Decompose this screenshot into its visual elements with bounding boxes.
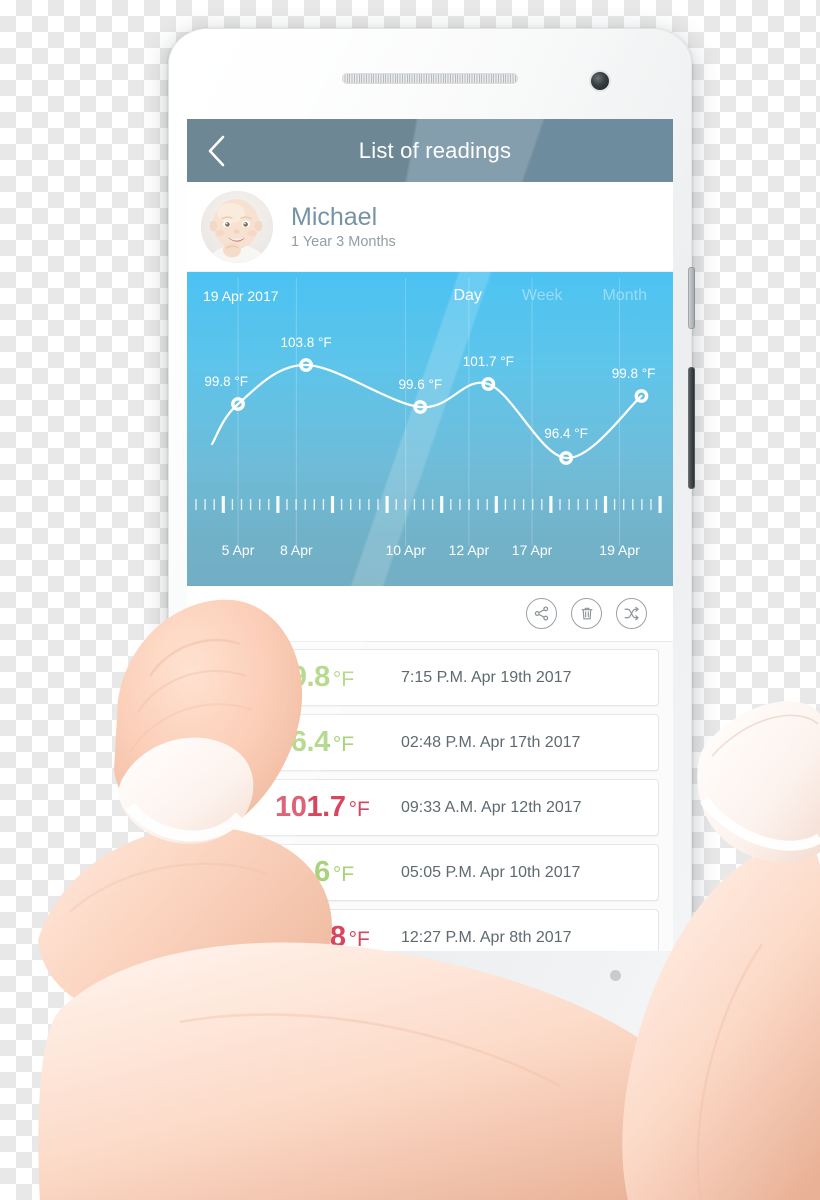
temperature-chart-panel: 19 Apr 2017 Day Week Month 99.8 °F 103.8 … xyxy=(187,272,673,586)
reading-unit: °F xyxy=(348,798,370,821)
profile-bar[interactable]: Michael 1 Year 3 Months xyxy=(187,182,673,272)
profile-name: Michael xyxy=(291,203,378,231)
reading-row[interactable]: 96.4 °F 02:48 P.M. Apr 17th 2017 xyxy=(201,714,659,771)
front-camera-icon xyxy=(591,72,609,90)
avatar[interactable] xyxy=(201,190,273,263)
tab-month[interactable]: Month xyxy=(603,287,647,305)
reading-temperature: 99.6 °F xyxy=(275,856,401,889)
reading-unit: °F xyxy=(332,863,355,886)
reading-unit: °F xyxy=(332,733,355,756)
reading-value: 103.8 xyxy=(275,921,346,951)
reading-value: 96.4 xyxy=(275,726,330,758)
axis-tick-label: 19 Apr xyxy=(599,542,640,558)
chart-point-label: 99.6 °F xyxy=(398,377,442,392)
baby-avatar-icon xyxy=(201,190,273,263)
tab-day[interactable]: Day xyxy=(453,287,481,305)
page-title: List of readings xyxy=(358,137,512,163)
check-circle-icon[interactable] xyxy=(220,794,247,821)
chart-date: 19 Apr 2017 xyxy=(203,288,279,304)
range-tabs: Day Week Month xyxy=(453,287,657,305)
bottom-speaker xyxy=(336,984,524,995)
chart-header: 19 Apr 2017 Day Week Month xyxy=(187,272,673,320)
reading-timestamp: 05:05 P.M. Apr 10th 2017 xyxy=(401,863,581,881)
reading-value: 101.7 xyxy=(275,791,346,823)
ruler-ticks xyxy=(195,496,662,513)
readings-list: 99.8 °F 7:15 P.M. Apr 19th 2017 96.4 °F 02:48… xyxy=(187,642,673,951)
chart-point-label: 99.8 °F xyxy=(204,374,248,389)
profile-age: 1 Year 3 Months xyxy=(291,234,396,250)
thumb-nail xyxy=(697,701,820,863)
reading-row[interactable]: 99.8 °F 7:15 P.M. Apr 19th 2017 xyxy=(201,649,659,706)
reading-temperature: 96.4 °F xyxy=(275,726,401,759)
back-button[interactable] xyxy=(187,119,247,182)
reading-temperature: 99.8 °F xyxy=(275,661,401,694)
chart-point-label: 103.8 °F xyxy=(280,335,331,350)
reading-temperature: 101.7 °F xyxy=(275,791,401,824)
check-circle-icon[interactable] xyxy=(220,664,247,691)
profile-text: Michael 1 Year 3 Months xyxy=(291,203,396,250)
compare-button[interactable] xyxy=(616,598,647,629)
delete-button[interactable] xyxy=(571,598,602,629)
chart-axis-labels: 5 Apr 8 Apr 10 Apr 12 Apr 17 Apr 19 Apr xyxy=(187,542,673,564)
reading-timestamp: 09:33 A.M. Apr 12th 2017 xyxy=(401,798,582,816)
reading-timestamp: 7:15 P.M. Apr 19th 2017 xyxy=(401,668,572,686)
reading-unit: °F xyxy=(332,668,355,691)
reading-value: 99.8 xyxy=(275,661,330,693)
axis-tick-label: 5 Apr xyxy=(221,542,255,558)
tab-week[interactable]: Week xyxy=(522,287,563,305)
chart-point-label: 101.7 °F xyxy=(463,354,514,369)
phone-device: List of readings Michael 1 Year 3 Months… xyxy=(168,28,695,1038)
chart-action-bar xyxy=(187,586,673,642)
check-circle-icon[interactable] xyxy=(220,924,247,951)
chart-ruler[interactable] xyxy=(187,496,673,530)
axis-tick-label: 12 Apr xyxy=(448,542,490,558)
shuffle-icon xyxy=(624,606,639,621)
check-circle-icon[interactable] xyxy=(220,729,247,756)
axis-tick-label: 10 Apr xyxy=(385,542,426,558)
share-button[interactable] xyxy=(526,598,557,629)
check-circle-icon[interactable] xyxy=(220,859,247,886)
axis-tick-label: 8 Apr xyxy=(279,542,313,558)
chart-point-label: 96.4 °F xyxy=(544,426,588,441)
reading-row[interactable]: 101.7 °F 09:33 A.M. Apr 12th 2017 xyxy=(201,779,659,836)
chart-point-label: 99.8 °F xyxy=(612,366,656,381)
volume-button[interactable] xyxy=(688,267,695,329)
chevron-left-icon xyxy=(208,135,225,166)
power-button[interactable] xyxy=(688,367,695,489)
chart-svg: 99.8 °F 103.8 °F 99.6 °F 101.7 °F 96.4 °F 99.… xyxy=(204,278,656,546)
share-icon xyxy=(534,606,549,621)
reading-unit: °F xyxy=(348,928,370,951)
reading-row[interactable]: 103.8 °F 12:27 P.M. Apr 8th 2017 xyxy=(201,909,659,951)
reading-timestamp: 12:27 P.M. Apr 8th 2017 xyxy=(401,928,572,946)
phone-screen: List of readings Michael 1 Year 3 Months… xyxy=(187,119,673,951)
chart-plot-area: 99.8 °F 103.8 °F 99.6 °F 101.7 °F 96.4 °F 99.… xyxy=(187,278,673,546)
trash-icon xyxy=(581,607,592,620)
reading-temperature: 103.8 °F xyxy=(275,921,401,951)
reading-value: 99.6 xyxy=(275,856,330,888)
microphone-dot xyxy=(610,970,621,981)
reading-row[interactable]: 99.6 °F 05:05 P.M. Apr 10th 2017 xyxy=(201,844,659,901)
app-bar: List of readings xyxy=(187,119,673,182)
reading-timestamp: 02:48 P.M. Apr 17th 2017 xyxy=(401,733,581,751)
axis-tick-label: 17 Apr xyxy=(511,542,553,558)
earpiece-speaker xyxy=(342,73,518,84)
